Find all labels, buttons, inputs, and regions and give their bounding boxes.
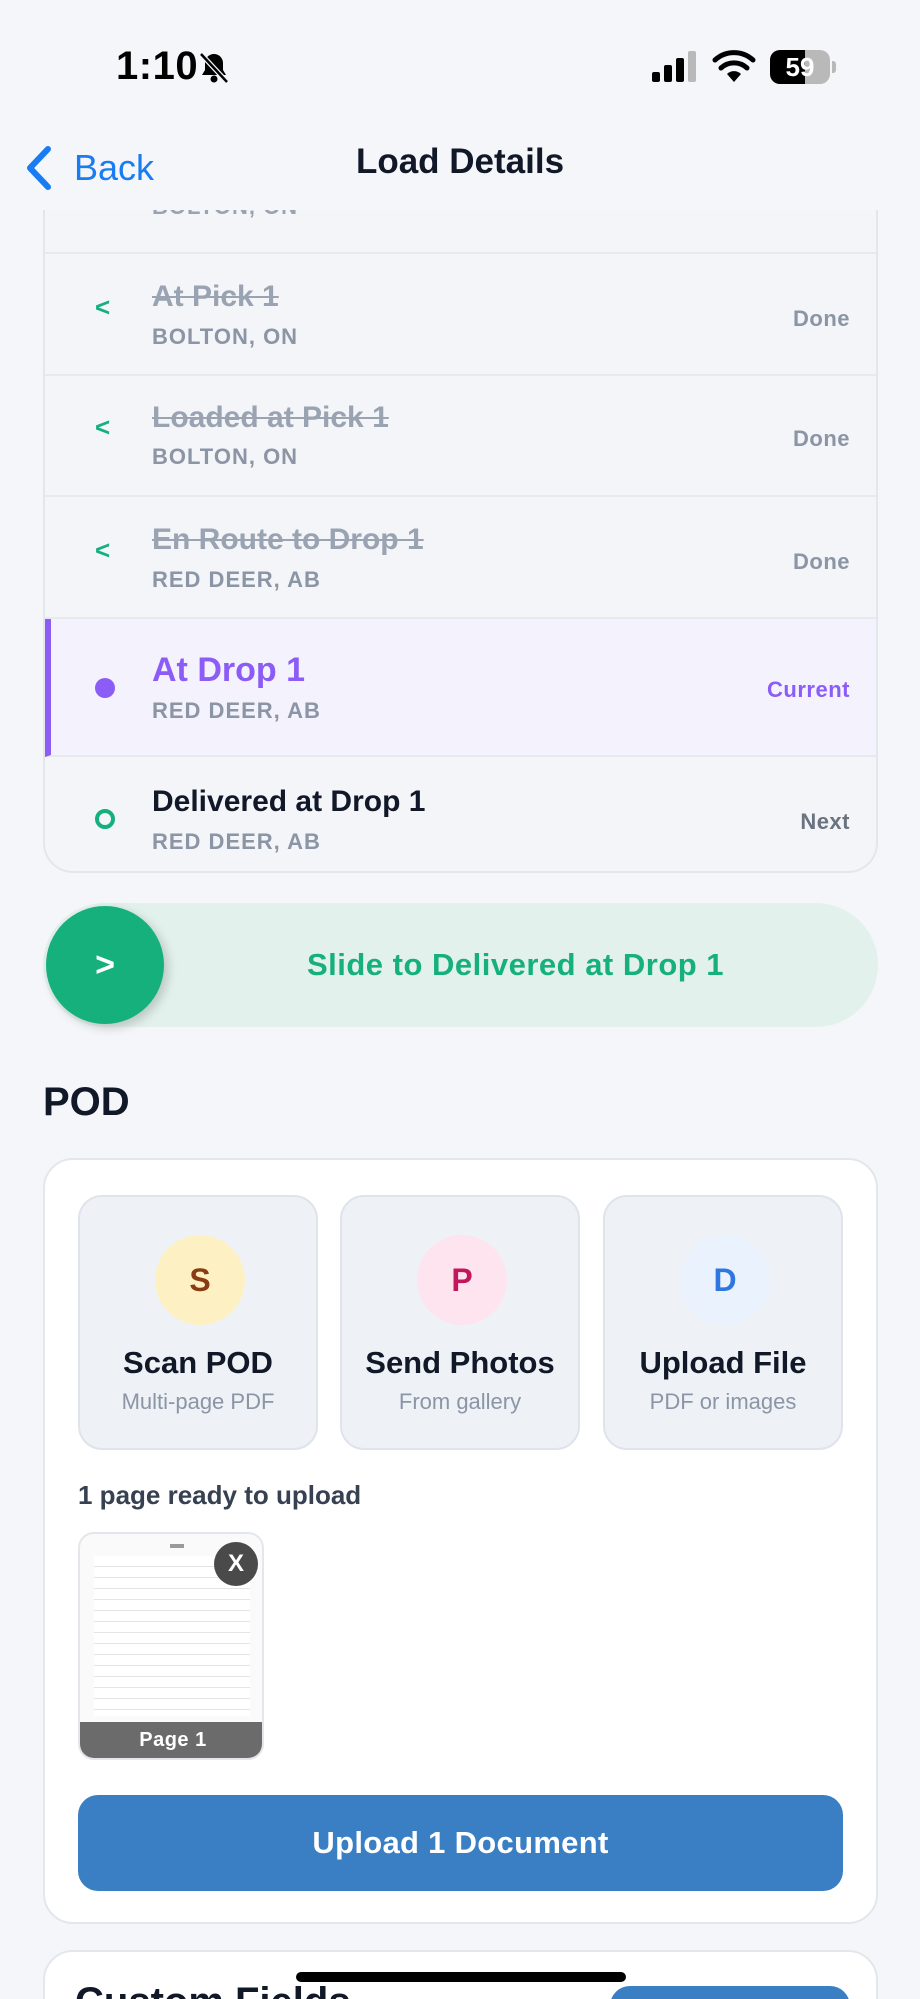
timeline-stop-en-route-to-drop-1: < En Route to Drop 1 RED DEER, AB Done bbox=[45, 497, 876, 619]
stop-location: RED DEER, AB bbox=[152, 829, 321, 854]
battery-cap bbox=[832, 61, 836, 73]
timeline-stop-loaded-at-pick-1: < Loaded at Pick 1 BOLTON, ON Done bbox=[45, 376, 876, 497]
stop-location: BOLTON, ON bbox=[152, 324, 299, 349]
stop-location: BOLTON, ON bbox=[152, 444, 299, 469]
stop-title: At Drop 1 bbox=[152, 651, 305, 689]
stop-title: En Route to Drop 1 bbox=[152, 523, 424, 556]
page-title: Load Details bbox=[355, 142, 565, 181]
slide-to-deliver-slider[interactable]: > Slide to Delivered at Drop 1 bbox=[43, 903, 878, 1027]
battery-icon: 59 bbox=[770, 50, 836, 84]
stop-state: Done bbox=[793, 306, 850, 331]
page-thumbnail[interactable]: X Page 1 bbox=[78, 1532, 264, 1760]
pod-heading: POD bbox=[43, 1080, 130, 1124]
timeline-partial-location: BOLTON, ON bbox=[152, 210, 298, 220]
check-icon: < bbox=[95, 292, 111, 322]
send-photos-button[interactable]: P Send Photos From gallery bbox=[340, 1195, 580, 1450]
bell-slash-icon bbox=[199, 52, 229, 84]
check-icon: < bbox=[95, 535, 111, 565]
battery-percent: 59 bbox=[785, 52, 815, 82]
timeline-partial-row: BOLTON, ON bbox=[45, 210, 876, 254]
action-description: Multi-page PDF bbox=[121, 1389, 275, 1414]
stop-state: Done bbox=[793, 426, 850, 451]
action-label: Scan POD bbox=[123, 1345, 273, 1380]
timeline-stop-delivered-at-drop-1: Delivered at Drop 1 RED DEER, AB Next bbox=[45, 757, 876, 871]
status-bar: 1:10 59 bbox=[0, 0, 920, 130]
upload-documents-button[interactable]: Upload 1 Document bbox=[78, 1795, 843, 1891]
stop-state: Done bbox=[793, 549, 850, 574]
wifi-icon bbox=[712, 50, 756, 82]
document-icon: D bbox=[680, 1235, 770, 1325]
slider-knob[interactable]: > bbox=[46, 906, 164, 1024]
cellular-signal-icon bbox=[652, 51, 696, 82]
next-ring-icon bbox=[95, 809, 115, 829]
pages-ready-text: 1 page ready to upload bbox=[78, 1480, 362, 1510]
chevron-right-icon: > bbox=[95, 945, 115, 984]
thumbnail-doc-heading bbox=[170, 1544, 184, 1548]
stop-title: At Pick 1 bbox=[152, 280, 279, 313]
home-indicator bbox=[296, 1972, 626, 1982]
stop-location: RED DEER, AB bbox=[152, 567, 321, 592]
stop-title: Loaded at Pick 1 bbox=[152, 401, 389, 434]
stop-location: RED DEER, AB bbox=[152, 698, 321, 723]
upload-file-button[interactable]: D Upload File PDF or images bbox=[603, 1195, 843, 1450]
timeline-stop-at-drop-1: At Drop 1 RED DEER, AB Current bbox=[45, 619, 876, 757]
thumbnail-label: Page 1 bbox=[80, 1722, 262, 1758]
action-description: PDF or images bbox=[649, 1389, 797, 1414]
timeline-stop-at-pick-1: < At Pick 1 BOLTON, ON Done bbox=[45, 254, 876, 376]
scan-icon: S bbox=[155, 1235, 245, 1325]
action-description: From gallery bbox=[398, 1389, 522, 1414]
stop-state: Next bbox=[800, 809, 850, 834]
nav-bar: Back Load Details bbox=[0, 130, 920, 210]
action-label: Send Photos bbox=[365, 1345, 555, 1380]
scan-pod-button[interactable]: S Scan POD Multi-page PDF bbox=[78, 1195, 318, 1450]
stop-title: Delivered at Drop 1 bbox=[152, 785, 426, 818]
battery-body: 59 bbox=[770, 50, 830, 84]
slider-label: Slide to Delivered at Drop 1 bbox=[306, 947, 725, 982]
stop-state: Current bbox=[767, 677, 850, 702]
status-timeline: BOLTON, ON < At Pick 1 BOLTON, ON Done <… bbox=[43, 210, 878, 873]
status-time: 1:10 bbox=[116, 44, 199, 88]
custom-fields-button[interactable] bbox=[610, 1986, 850, 1999]
check-icon: < bbox=[95, 412, 111, 442]
pod-card: S Scan POD Multi-page PDF P Send Photos … bbox=[43, 1158, 878, 1924]
action-label: Upload File bbox=[639, 1345, 807, 1380]
current-dot-icon bbox=[95, 678, 115, 698]
remove-page-button[interactable]: X bbox=[214, 1542, 258, 1586]
custom-fields-title: Custom Fields bbox=[75, 1980, 351, 1999]
photo-icon: P bbox=[417, 1235, 507, 1325]
